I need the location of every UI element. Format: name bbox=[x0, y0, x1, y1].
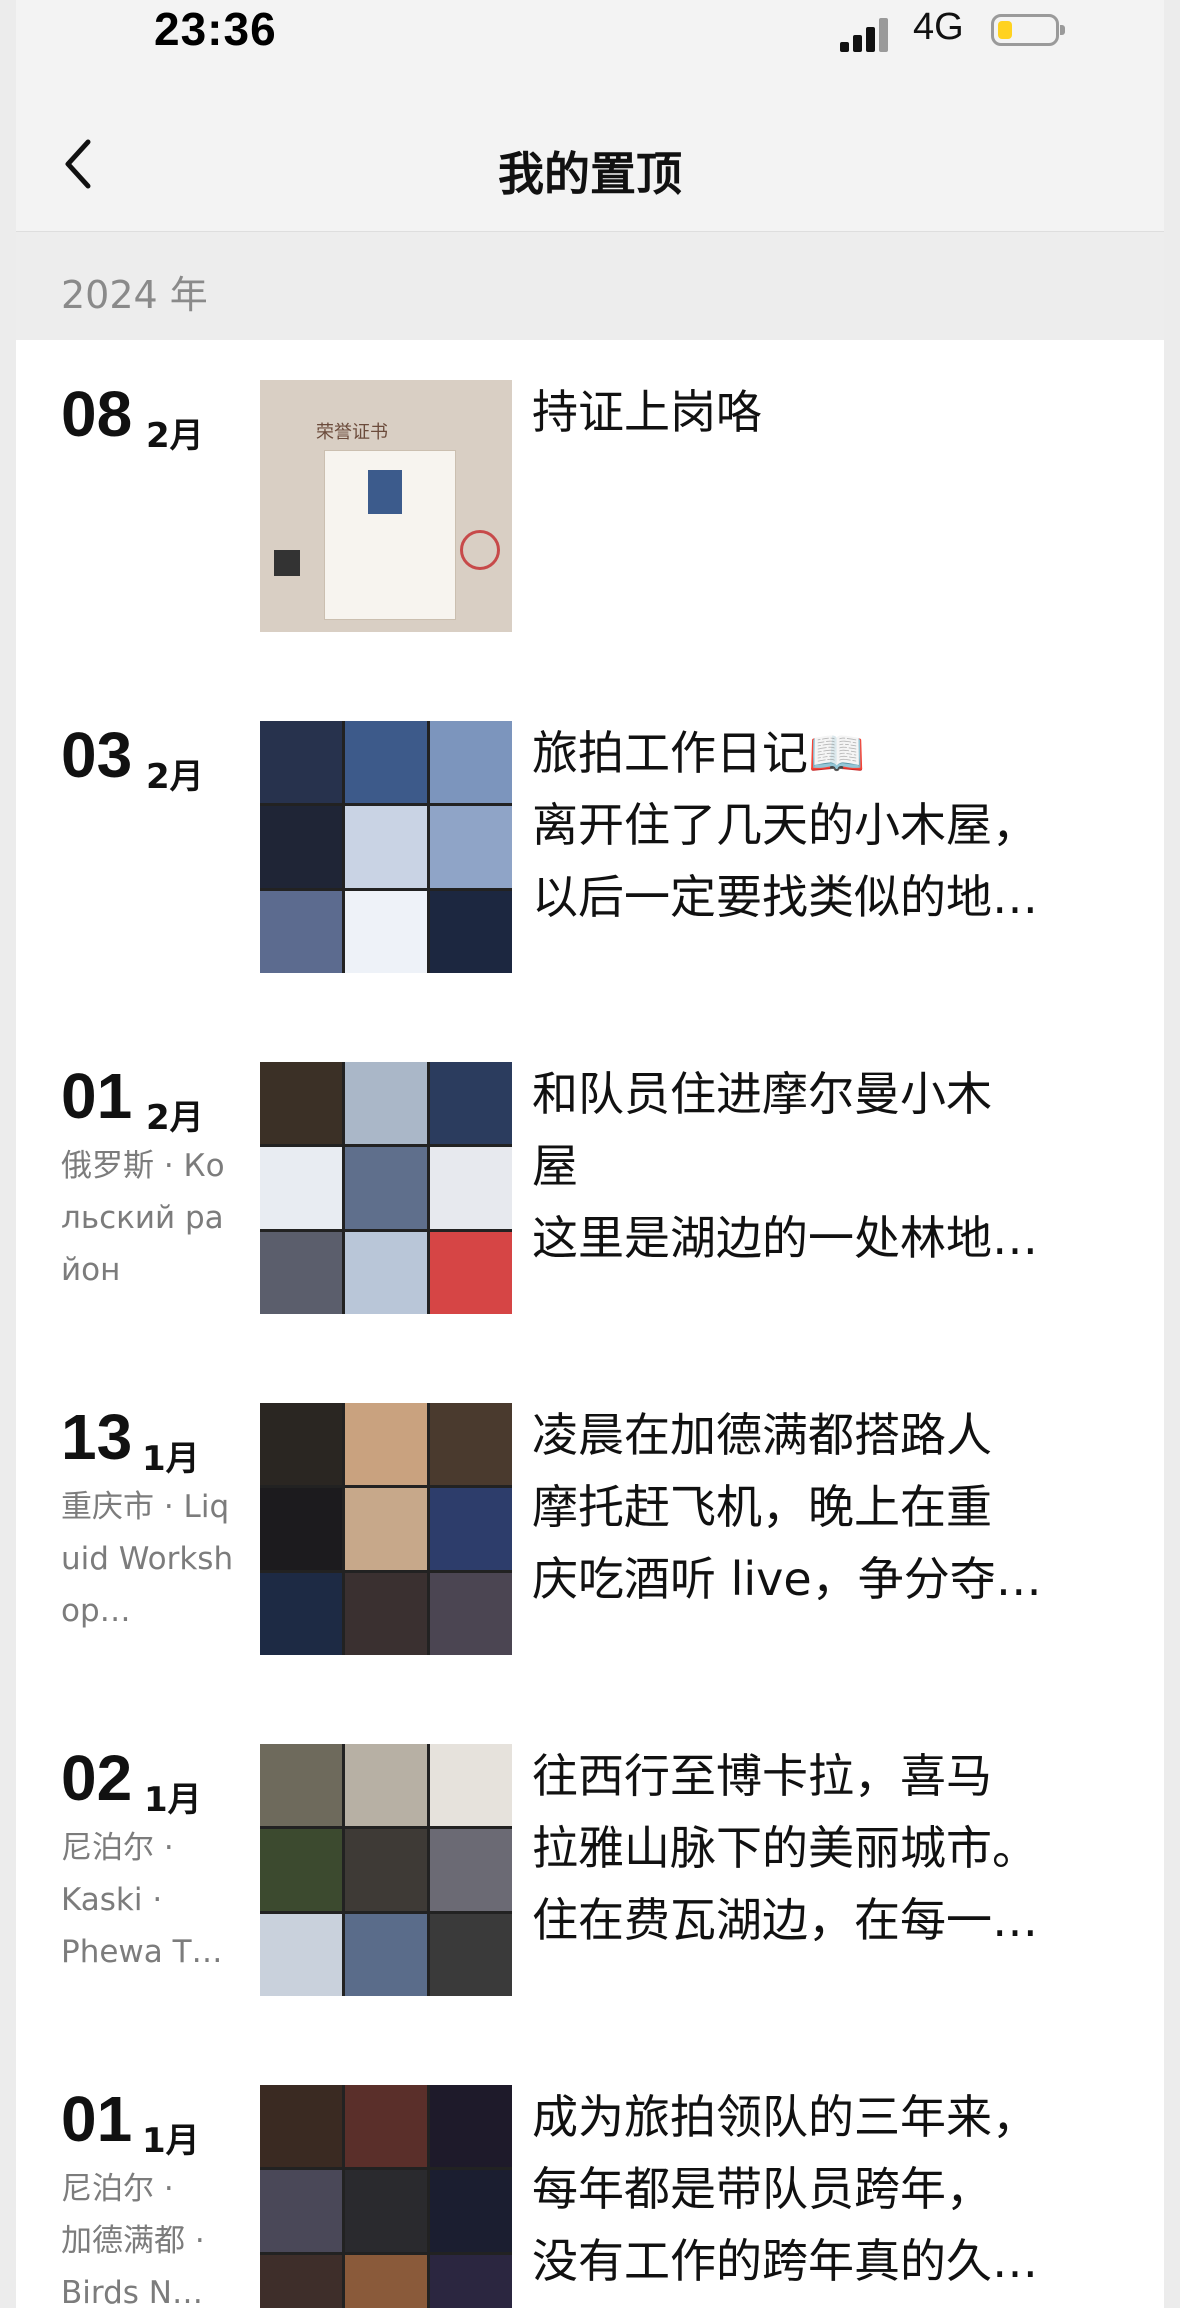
grid-photo bbox=[260, 806, 342, 888]
grid-photo bbox=[345, 1232, 427, 1314]
grid-photo bbox=[345, 1573, 427, 1655]
grid-photo bbox=[260, 2170, 342, 2252]
grid-photo bbox=[430, 1232, 512, 1314]
post-thumbnail[interactable] bbox=[260, 721, 512, 973]
grid-photo bbox=[430, 1488, 512, 1570]
post-day: 01 bbox=[61, 2083, 133, 2155]
grid-photo bbox=[260, 1914, 342, 1996]
post-location: 俄罗斯 · Кольский район bbox=[61, 1148, 225, 1288]
grid-photo bbox=[345, 1062, 427, 1144]
post-thumbnail[interactable]: 荣誉证书 bbox=[260, 380, 512, 632]
grid-photo bbox=[260, 1488, 342, 1570]
post-item[interactable]: 08 2月 荣誉证书 持证上岗咯 bbox=[16, 340, 1164, 681]
grid-photo bbox=[345, 721, 427, 803]
grid-photo bbox=[345, 1488, 427, 1570]
status-bar: 23:36 4G bbox=[16, 0, 1164, 80]
grid-photo bbox=[260, 2255, 342, 2308]
network-type: 4G bbox=[913, 6, 964, 48]
post-day: 01 bbox=[61, 1060, 133, 1132]
grid-photo bbox=[260, 891, 342, 973]
post-text: 持证上岗咯 bbox=[532, 385, 762, 439]
grid-photo bbox=[260, 2085, 342, 2167]
post-text: 和队员住进摩尔曼小木 屋 这里是湖边的一处林地… bbox=[532, 1067, 1038, 1265]
grid-photo bbox=[345, 2255, 427, 2308]
grid-photo bbox=[430, 1914, 512, 1996]
battery-icon bbox=[991, 14, 1065, 46]
post-item[interactable]: 13 1月 重庆市 · Liquid Workshop… 凌晨在加德满都搭路人 … bbox=[16, 1363, 1164, 1704]
post-item[interactable]: 01 2月 俄罗斯 · Кольский район 和队员住进摩尔曼小木 屋 … bbox=[16, 1022, 1164, 1363]
grid-photo bbox=[345, 1147, 427, 1229]
grid-photo bbox=[260, 1403, 342, 1485]
post-month: 1月 bbox=[142, 2121, 200, 2161]
grid-photo bbox=[345, 2170, 427, 2252]
post-text: 成为旅拍领队的三年来， 每年都是带队员跨年， 没有工作的跨年真的久… bbox=[532, 2090, 1038, 2288]
post-day: 03 bbox=[61, 719, 133, 791]
grid-photo bbox=[430, 2170, 512, 2252]
post-day: 02 bbox=[61, 1742, 133, 1814]
post-item[interactable]: 01 1月 尼泊尔 · 加德满都 · Birds N… 成为旅拍领队的三年来， … bbox=[16, 2045, 1164, 2308]
post-month: 2月 bbox=[146, 757, 204, 797]
post-text: 凌晨在加德满都搭路人 摩托赶飞机，晚上在重 庆吃酒听 live，争分夺… bbox=[532, 1408, 1042, 1606]
grid-photo bbox=[345, 806, 427, 888]
post-month: 1月 bbox=[142, 1439, 200, 1479]
grid-photo bbox=[260, 1829, 342, 1911]
post-thumbnail[interactable] bbox=[260, 1062, 512, 1314]
post-location: 尼泊尔 · Kaski · Phewa T… bbox=[61, 1830, 223, 1970]
post-location: 重庆市 · Liquid Workshop… bbox=[61, 1489, 234, 1629]
grid-photo bbox=[345, 2085, 427, 2167]
grid-photo bbox=[260, 1232, 342, 1314]
grid-photo bbox=[345, 1914, 427, 1996]
grid-photo bbox=[430, 721, 512, 803]
post-month: 2月 bbox=[146, 416, 204, 456]
grid-photo bbox=[260, 1062, 342, 1144]
year-label: 2024 年 bbox=[61, 273, 208, 317]
grid-photo bbox=[430, 1829, 512, 1911]
post-item[interactable]: 03 2月 旅拍工作日记📖 离开住了几天的小木屋， 以后一定要找类似的地… bbox=[16, 681, 1164, 1022]
grid-photo bbox=[430, 1573, 512, 1655]
grid-photo bbox=[260, 1573, 342, 1655]
year-header: 2024 年 bbox=[16, 232, 1164, 340]
grid-photo bbox=[430, 1744, 512, 1826]
post-thumbnail[interactable] bbox=[260, 1744, 512, 1996]
post-month: 2月 bbox=[146, 1098, 204, 1138]
grid-photo bbox=[260, 721, 342, 803]
screen: 23:36 4G 我的置顶 2024 年 08 2月 荣誉证书 持证上岗咯 03… bbox=[16, 0, 1164, 2308]
nav-bar: 我的置顶 bbox=[16, 80, 1164, 232]
post-item[interactable]: 02 1月 尼泊尔 · Kaski · Phewa T… 往西行至博卡拉，喜马 … bbox=[16, 1704, 1164, 2045]
post-day: 13 bbox=[61, 1401, 133, 1473]
grid-photo bbox=[345, 891, 427, 973]
status-time: 23:36 bbox=[154, 3, 277, 55]
grid-photo bbox=[260, 1744, 342, 1826]
post-day: 08 bbox=[61, 378, 133, 450]
post-text: 往西行至博卡拉，喜马 拉雅山脉下的美丽城市。 住在费瓦湖边，在每一… bbox=[532, 1749, 1038, 1947]
grid-photo bbox=[430, 2255, 512, 2308]
post-thumbnail[interactable] bbox=[260, 1403, 512, 1655]
grid-photo bbox=[430, 1062, 512, 1144]
grid-photo bbox=[430, 2085, 512, 2167]
post-location: 尼泊尔 · 加德满都 · Birds N… bbox=[61, 2171, 205, 2308]
grid-photo bbox=[345, 1829, 427, 1911]
grid-photo bbox=[430, 1147, 512, 1229]
post-thumbnail[interactable] bbox=[260, 2085, 512, 2308]
grid-photo bbox=[430, 1403, 512, 1485]
signal-strength-icon bbox=[840, 18, 894, 52]
grid-photo bbox=[430, 891, 512, 973]
grid-photo bbox=[345, 1744, 427, 1826]
grid-photo bbox=[260, 1147, 342, 1229]
grid-photo bbox=[345, 1403, 427, 1485]
post-month: 1月 bbox=[144, 1780, 202, 1820]
page-title: 我的置顶 bbox=[498, 147, 682, 201]
post-text: 旅拍工作日记📖 离开住了几天的小木屋， 以后一定要找类似的地… bbox=[532, 726, 1038, 924]
grid-photo bbox=[430, 806, 512, 888]
